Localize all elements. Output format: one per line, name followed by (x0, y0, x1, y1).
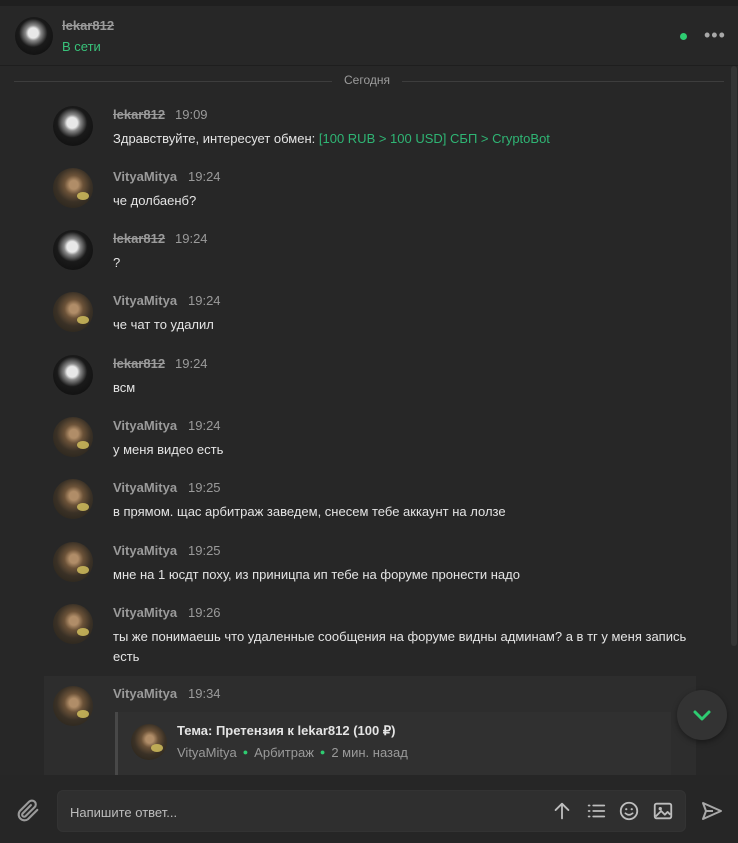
thread-title[interactable]: Тема: Претензия к lekar812 (100 ₽) (177, 723, 395, 739)
avatar[interactable] (53, 106, 93, 146)
message-author[interactable]: VityaMitya (113, 418, 177, 433)
smiley-icon[interactable] (618, 800, 640, 822)
reply-input[interactable] (68, 791, 542, 833)
avatar[interactable] (53, 355, 93, 395)
thread-section[interactable]: Арбитраж (254, 745, 314, 760)
message-highlighted: VityaMitya 19:34 Тема: Претензия к lekar… (44, 676, 696, 775)
message-author[interactable]: VityaMitya (113, 686, 177, 701)
thread-author[interactable]: VityaMitya (177, 745, 237, 760)
avatar[interactable] (53, 292, 93, 332)
message-text: че долбаенб? (113, 193, 197, 208)
message: VityaMitya 19:24 у меня видео есть (0, 417, 720, 461)
avatar[interactable] (15, 17, 53, 55)
message: VityaMitya 19:26 ты же понимаешь что уда… (0, 604, 720, 668)
message-author[interactable]: lekar812 (113, 356, 165, 371)
avatar[interactable] (53, 604, 93, 644)
message-text: Здравствуйте, интересует обмен: [100 RUB… (113, 129, 693, 149)
chat-header: lekar812 В сети ••• (0, 6, 738, 66)
message-time: 19:09 (175, 107, 208, 122)
thread-meta: VityaMitya ● Арбитраж ● 2 мин. назад (177, 745, 408, 760)
message-text: ? (113, 255, 121, 270)
arrow-up-icon[interactable] (551, 800, 573, 822)
message-text: в прямом. щас арбитраж заведем, снесем т… (113, 504, 506, 519)
message: lekar812 19:24 ? (0, 230, 720, 274)
message-author[interactable]: VityaMitya (113, 480, 177, 495)
message-author[interactable]: VityaMitya (113, 293, 177, 308)
message-author[interactable]: VityaMitya (113, 169, 177, 184)
message: VityaMitya 19:25 мне на 1 юсдт поху, из … (0, 542, 720, 586)
more-icon[interactable]: ••• (704, 25, 726, 46)
message-text: у меня видео есть (113, 442, 224, 457)
scrollbar[interactable] (731, 66, 737, 646)
message-author[interactable]: VityaMitya (113, 543, 177, 558)
date-label: Сегодня (332, 73, 402, 87)
message-list[interactable]: Сегодня lekar812 19:09 Здравствуйте, инт… (0, 66, 738, 775)
thread-quote-card[interactable]: Тема: Претензия к lekar812 (100 ₽) Vitya… (115, 712, 671, 775)
message-time: 19:25 (188, 543, 221, 558)
message-time: 19:24 (188, 418, 221, 433)
avatar[interactable] (53, 479, 93, 519)
thread-age: 2 мин. назад (331, 745, 408, 760)
avatar[interactable] (53, 230, 93, 270)
message: lekar812 19:24 всм (0, 355, 720, 399)
separator-dot: ● (242, 747, 249, 757)
message-author[interactable]: lekar812 (113, 107, 165, 122)
exchange-link[interactable]: [100 RUB > 100 USD] СБП > CryptoBot (319, 131, 550, 146)
contact-name[interactable]: lekar812 (62, 18, 114, 33)
reply-input-box[interactable] (57, 790, 686, 833)
message: VityaMitya 19:25 в прямом. щас арбитраж … (0, 479, 720, 523)
online-indicator (680, 33, 687, 40)
avatar[interactable] (53, 686, 93, 726)
message-time: 19:24 (188, 169, 221, 184)
avatar (131, 724, 167, 760)
message: VityaMitya 19:24 че чат то удалил (0, 292, 720, 336)
composer (0, 775, 738, 843)
contact-status: В сети (62, 39, 101, 54)
image-icon[interactable] (652, 800, 674, 822)
message-time: 19:34 (188, 686, 221, 701)
message: lekar812 19:09 Здравствуйте, интересует … (0, 106, 720, 150)
message-time: 19:25 (188, 480, 221, 495)
avatar[interactable] (53, 168, 93, 208)
message-author[interactable]: VityaMitya (113, 605, 177, 620)
message-time: 19:24 (175, 231, 208, 246)
scroll-to-bottom-button[interactable] (677, 690, 727, 740)
message-text: всм (113, 380, 136, 395)
list-icon[interactable] (585, 800, 607, 822)
message: VityaMitya 19:24 че долбаенб? (0, 168, 720, 212)
chevron-down-icon (693, 710, 711, 721)
avatar[interactable] (53, 417, 93, 457)
message-time: 19:24 (188, 293, 221, 308)
avatar[interactable] (53, 542, 93, 582)
message-text-prefix: Здравствуйте, интересует обмен: (113, 131, 319, 146)
separator-dot: ● (319, 747, 326, 757)
message-author[interactable]: lekar812 (113, 231, 165, 246)
send-icon[interactable] (700, 799, 724, 823)
message-time: 19:24 (175, 356, 208, 371)
message-text: ты же понимаешь что удаленные сообщения … (113, 629, 687, 664)
paperclip-icon[interactable] (14, 797, 42, 825)
message-time: 19:26 (188, 605, 221, 620)
message-text: мне на 1 юсдт поху, из приницпа ип тебе … (113, 567, 520, 582)
message-text: че чат то удалил (113, 317, 214, 332)
